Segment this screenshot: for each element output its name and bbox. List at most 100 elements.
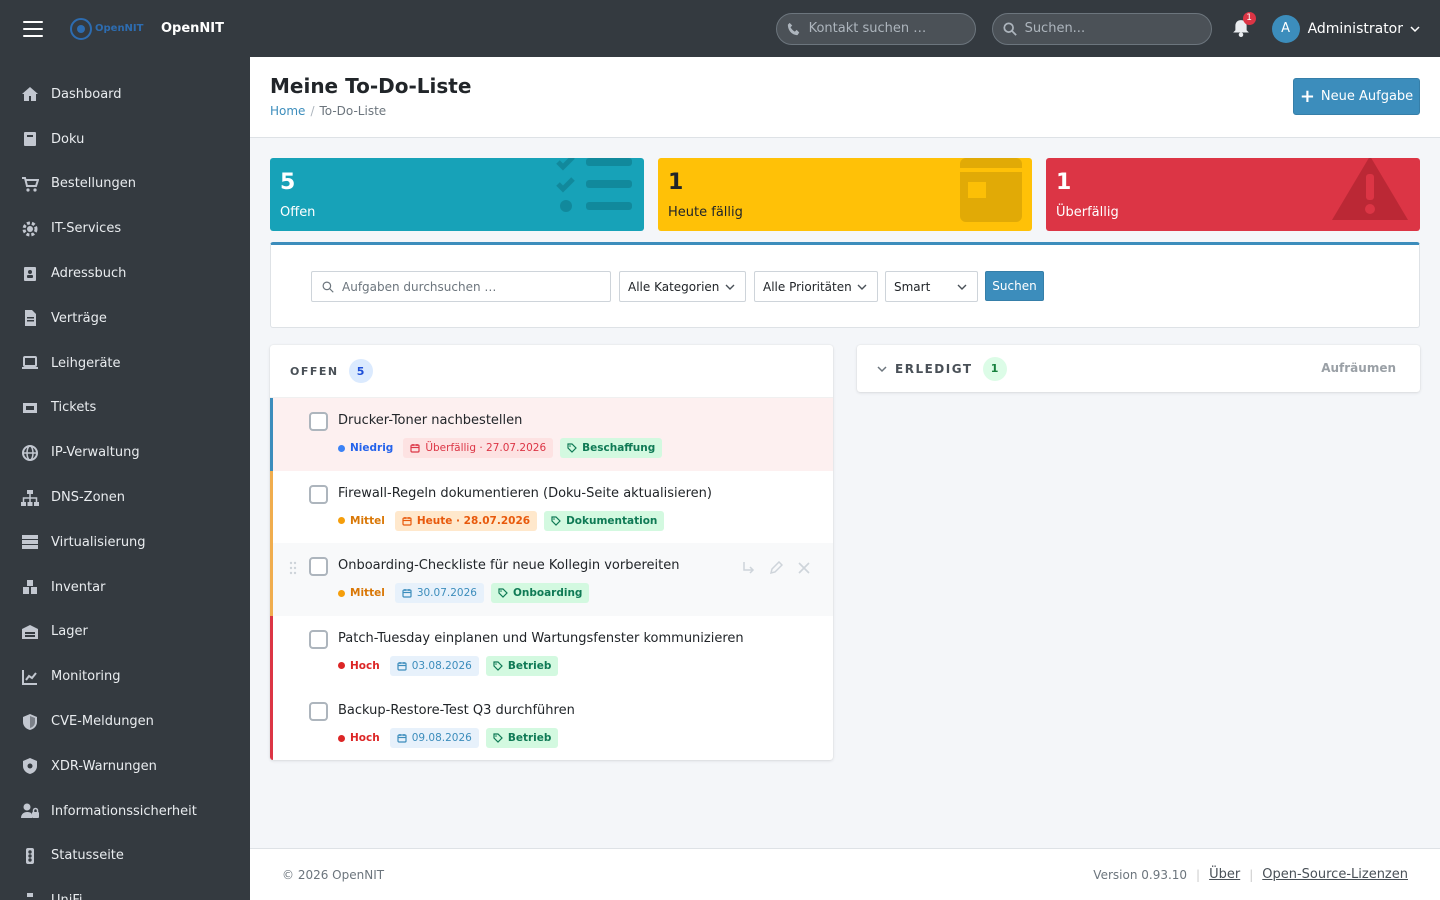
category-tag[interactable]: Onboarding: [490, 583, 590, 603]
sidebar-item-bestellungen[interactable]: Bestellungen: [0, 162, 250, 207]
sidebar-item-label: Doku: [51, 131, 85, 147]
task-title[interactable]: Firewall-Regeln dokumentieren (Doku-Seit…: [338, 486, 712, 501]
notifications-button[interactable]: 1: [1232, 11, 1256, 39]
stat-overdue[interactable]: 1 Überfällig: [1046, 158, 1420, 231]
notification-badge: 1: [1242, 11, 1256, 25]
sidebar-item-ip-verwaltung[interactable]: IP-Verwaltung: [0, 430, 250, 475]
task-meta: Hoch 03.08.2026 Betrieb: [338, 655, 565, 676]
task-checkbox[interactable]: [309, 702, 328, 721]
task-checkbox[interactable]: [309, 484, 328, 504]
licenses-link[interactable]: Open-Source-Lizenzen: [1262, 867, 1408, 882]
sidebar-item-verträge[interactable]: Verträge: [0, 296, 250, 341]
sidebar-item-adressbuch[interactable]: Adressbuch: [0, 251, 250, 296]
priority-label: Mittel: [338, 587, 385, 599]
user-menu[interactable]: A Administrator: [1271, 14, 1420, 43]
brand[interactable]: OpenNIT OpenNIT: [69, 16, 224, 42]
category-tag[interactable]: Dokumentation: [544, 510, 665, 531]
sidebar-item-label: Lager: [51, 624, 88, 640]
sidebar-item-dns-zonen[interactable]: DNS-Zonen: [0, 475, 250, 520]
sidebar-item-virtualisierung[interactable]: Virtualisierung: [0, 520, 250, 565]
category-select[interactable]: Alle Kategorien: [619, 271, 746, 302]
priority-select[interactable]: Alle Prioritäten: [754, 271, 878, 302]
sidebar-item-unifi[interactable]: UniFi: [0, 878, 250, 900]
sidebar-item-doku[interactable]: Doku: [0, 117, 250, 162]
sidebar-item-monitoring[interactable]: Monitoring: [0, 654, 250, 699]
main-content: Meine To-Do-Liste Home / To-Do-Liste + Neu…: [250, 57, 1440, 900]
sidebar-item-informationssicherheit[interactable]: Informationssicherheit: [0, 789, 250, 834]
avatar: A: [1271, 14, 1300, 43]
subtask-icon[interactable]: [741, 561, 755, 575]
close-icon[interactable]: [797, 561, 811, 575]
sidebar-item-xdr-warnungen[interactable]: XDR-Warnungen: [0, 744, 250, 789]
sidebar-item-label: Inventar: [51, 579, 106, 595]
stat-value: 5: [280, 170, 296, 195]
task-list: Drucker-Toner nachbestellen Niedrig Überfä…: [270, 398, 833, 760]
new-task-button[interactable]: + Neue Aufgabe: [1293, 78, 1420, 115]
task-search-placeholder: Aufgaben durchsuchen …: [342, 279, 497, 294]
task-search-input[interactable]: Aufgaben durchsuchen …: [311, 271, 611, 302]
calendar-icon: [397, 661, 407, 671]
cleanup-button[interactable]: Aufräumen: [1321, 361, 1396, 375]
task-checkbox[interactable]: [309, 557, 328, 576]
open-section-title: OFFEN: [290, 364, 339, 378]
document-icon: [20, 309, 40, 327]
sidebar-item-tickets[interactable]: Tickets: [0, 386, 250, 431]
sidebar-item-statusseite[interactable]: Statusseite: [0, 834, 250, 879]
task-row[interactable]: Firewall-Regeln dokumentieren (Doku-Seit…: [270, 470, 833, 543]
global-search-input[interactable]: Suchen...: [991, 12, 1212, 45]
search-submit-button[interactable]: Suchen: [985, 271, 1044, 301]
breadcrumb: Home / To-Do-Liste: [270, 104, 387, 118]
tag-icon: [498, 588, 508, 598]
category-tag[interactable]: Betrieb: [485, 655, 559, 676]
done-tasks-card[interactable]: ERLEDIGT 1 Aufräumen: [857, 345, 1420, 392]
about-link[interactable]: Über: [1209, 867, 1240, 882]
sidebar-item-dashboard[interactable]: Dashboard: [0, 72, 250, 117]
drag-handle-icon[interactable]: [289, 561, 297, 579]
task-checkbox[interactable]: [309, 412, 328, 431]
user-name: Administrator: [1307, 20, 1403, 37]
category-tag[interactable]: Betrieb: [485, 728, 559, 748]
task-row[interactable]: Backup-Restore-Test Q3 durchführen Hoch 09…: [270, 688, 833, 760]
sidebar-item-inventar[interactable]: Inventar: [0, 565, 250, 610]
task-title[interactable]: Patch-Tuesday einplanen und Wartungsfens…: [338, 631, 744, 646]
sort-value: Smart: [894, 279, 931, 294]
done-section-title: ERLEDIGT: [895, 361, 973, 376]
category-value: Alle Kategorien: [628, 279, 720, 294]
sidebar-item-lager[interactable]: Lager: [0, 610, 250, 655]
category-tag[interactable]: Beschaffung: [560, 438, 663, 458]
task-title[interactable]: Onboarding-Checkliste für neue Kollegin …: [338, 558, 679, 573]
chevron-down-icon: [1410, 25, 1420, 32]
tag-icon: [493, 660, 503, 671]
stat-open[interactable]: 5 Offen: [270, 158, 644, 231]
breadcrumb-home[interactable]: Home: [270, 104, 305, 118]
open-tasks-header: OFFEN 5: [270, 345, 833, 398]
task-meta: Mittel Heute · 28.07.2026 Dokumentation: [338, 510, 671, 531]
priority-label: Niedrig: [338, 442, 393, 454]
edit-icon[interactable]: [769, 561, 783, 575]
chevron-down-icon: [957, 284, 967, 290]
globe-icon: [20, 444, 40, 462]
sort-select[interactable]: Smart: [885, 271, 978, 302]
shield-icon: [20, 713, 40, 731]
sidebar-item-label: Bestellungen: [51, 176, 136, 192]
sidebar-item-it-services[interactable]: IT-Services: [0, 206, 250, 251]
calendar-icon: [397, 734, 407, 743]
task-checkbox[interactable]: [309, 629, 328, 649]
sidebar-item-leihgeräte[interactable]: Leihgeräte: [0, 341, 250, 386]
task-title[interactable]: Drucker-Toner nachbestellen: [338, 413, 522, 428]
sidebar-item-label: UniFi: [51, 893, 83, 900]
plus-icon: +: [1299, 85, 1315, 107]
stat-label: Offen: [280, 205, 316, 220]
menu-toggle-icon[interactable]: [23, 20, 43, 37]
stat-due-today[interactable]: 1 Heute fällig: [658, 158, 1032, 231]
contact-search-input[interactable]: Kontakt suchen …: [775, 12, 976, 45]
task-row[interactable]: Patch-Tuesday einplanen und Wartungsfens…: [270, 615, 833, 688]
sidebar-item-cve-meldungen[interactable]: CVE-Meldungen: [0, 699, 250, 744]
task-row[interactable]: Onboarding-Checkliste für neue Kollegin …: [270, 543, 833, 616]
version: Version 0.93.10: [1093, 867, 1188, 882]
chevron-down-icon[interactable]: [877, 364, 887, 374]
brand-logo: OpenNIT: [69, 16, 147, 42]
task-title[interactable]: Backup-Restore-Test Q3 durchführen: [338, 703, 575, 718]
task-row[interactable]: Drucker-Toner nachbestellen Niedrig Überfä…: [270, 398, 833, 471]
open-count-badge: 5: [348, 359, 373, 383]
